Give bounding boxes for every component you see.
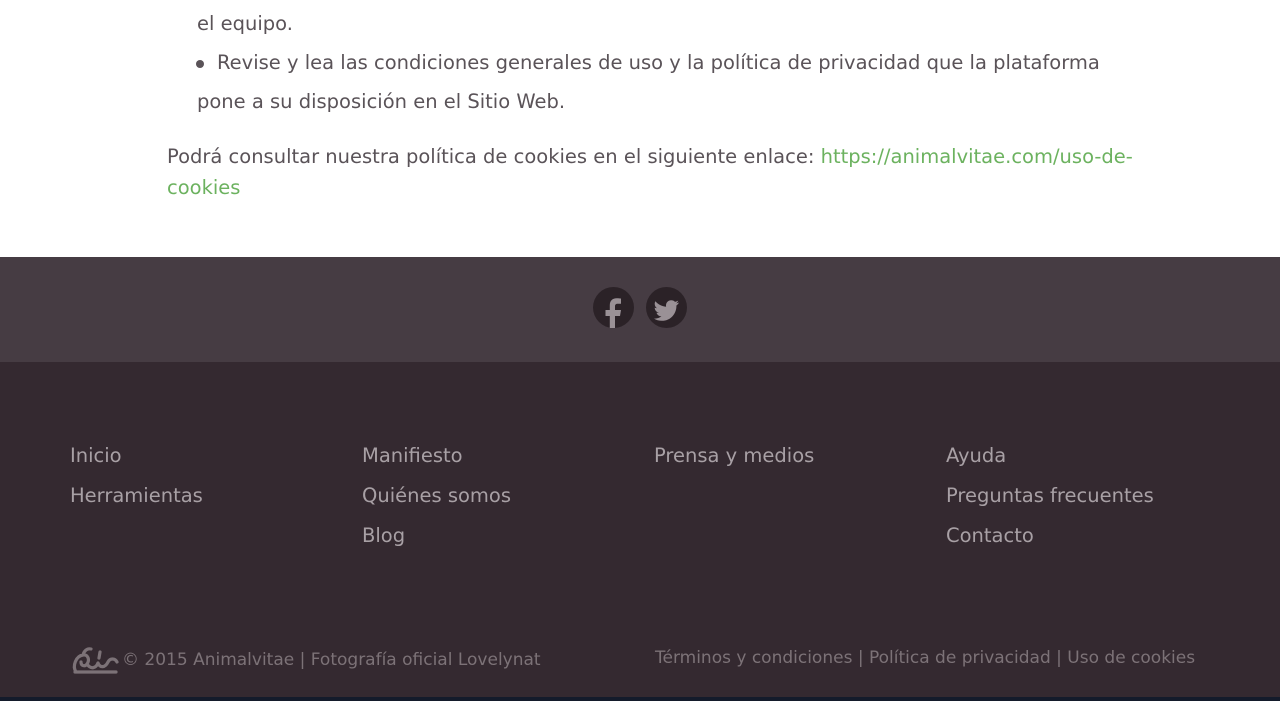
- footer-link-quienes-somos[interactable]: Quiénes somos: [362, 476, 511, 516]
- footer-link-ayuda[interactable]: Ayuda: [946, 436, 1154, 476]
- footer-link-inicio[interactable]: Inicio: [70, 436, 203, 476]
- copyright-text: © 2015 Animalvitae | Fotografía oficial …: [122, 650, 541, 670]
- cookies-policy-link[interactable]: Uso de cookies: [1067, 648, 1195, 668]
- separator: |: [852, 648, 869, 668]
- terms-link[interactable]: Términos y condiciones: [655, 648, 852, 668]
- footer-link-blog[interactable]: Blog: [362, 516, 511, 556]
- bullet-marker: [196, 60, 204, 68]
- footer-link-prensa[interactable]: Prensa y medios: [654, 436, 814, 476]
- footer-link-contacto[interactable]: Contacto: [946, 516, 1154, 556]
- footer-copyright: © 2015 Animalvitae | Fotografía oficial …: [70, 644, 541, 676]
- footer-column-4: Ayuda Preguntas frecuentes Contacto: [946, 436, 1154, 556]
- animalvitae-logo-icon: [72, 647, 119, 674]
- policy-content: el equipo. Revise y lea las condiciones …: [0, 0, 1280, 257]
- cookies-link[interactable]: cookies: [167, 176, 240, 199]
- content-text: Revise y lea las condiciones generales d…: [217, 51, 1100, 74]
- cookies-paragraph: Podrá consultar nuestra política de cook…: [167, 145, 1133, 168]
- cookies-text: Podrá consultar nuestra política de cook…: [167, 145, 821, 168]
- footer-column-3: Prensa y medios: [654, 436, 814, 476]
- footer-legal-links: Términos y condiciones | Política de pri…: [655, 648, 1195, 668]
- footer-column-1: Inicio Herramientas: [70, 436, 203, 516]
- separator: |: [1050, 648, 1068, 668]
- footer-link-preguntas-frecuentes[interactable]: Preguntas frecuentes: [946, 476, 1154, 516]
- twitter-icon[interactable]: [646, 287, 687, 328]
- footer-link-manifiesto[interactable]: Manifiesto: [362, 436, 511, 476]
- footer-column-2: Manifiesto Quiénes somos Blog: [362, 436, 511, 556]
- facebook-icon[interactable]: [593, 287, 634, 328]
- bottom-edge-bar: [0, 697, 1280, 701]
- privacy-link[interactable]: Política de privacidad: [869, 648, 1051, 668]
- site-footer: Inicio Herramientas Manifiesto Quiénes s…: [0, 362, 1280, 697]
- social-band: [0, 257, 1280, 362]
- content-text: el equipo.: [197, 12, 293, 35]
- content-text: pone a su disposición en el Sitio Web.: [197, 90, 566, 113]
- footer-link-herramientas[interactable]: Herramientas: [70, 476, 203, 516]
- cookies-link[interactable]: https://animalvitae.com/uso-de-: [821, 145, 1133, 168]
